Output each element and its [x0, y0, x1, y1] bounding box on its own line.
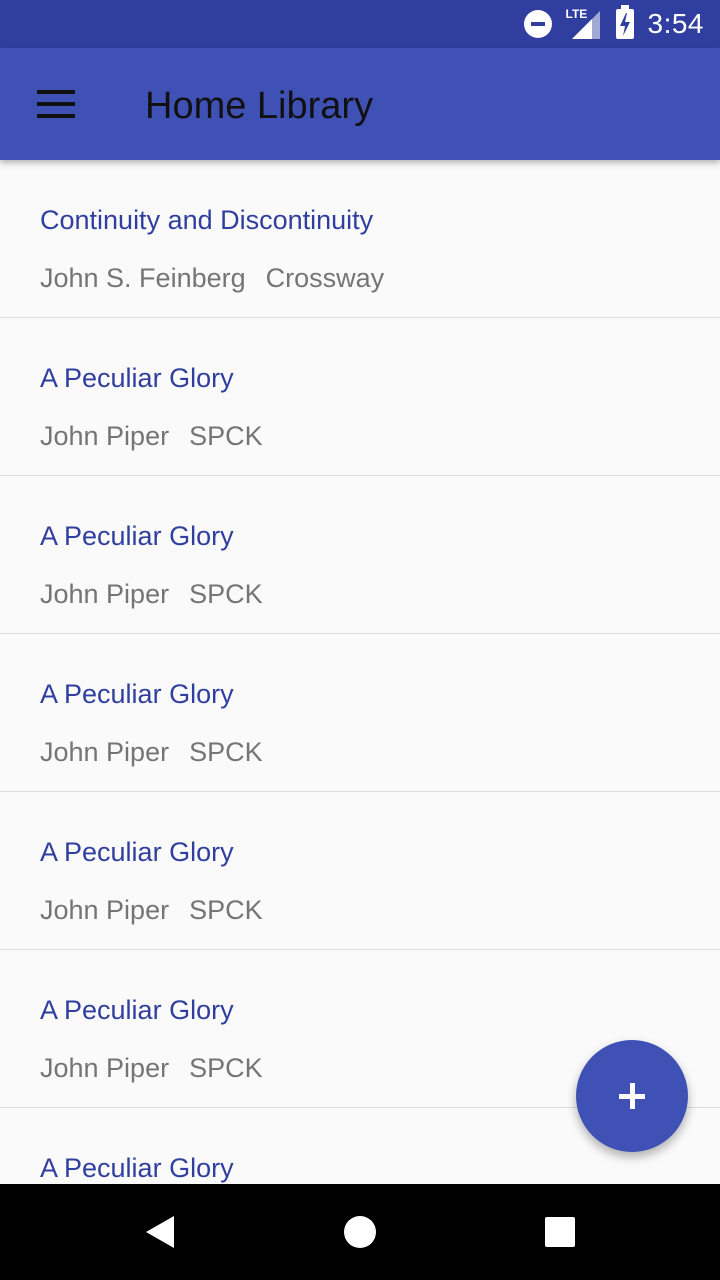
book-meta: John Piper SPCK: [40, 894, 263, 926]
menu-icon-line: [37, 90, 75, 94]
book-title: A Peculiar Glory: [40, 679, 234, 709]
book-list-item[interactable]: A Peculiar Glory John Piper SPCK: [0, 476, 720, 634]
book-publisher: Crossway: [265, 263, 385, 293]
book-list-item[interactable]: A Peculiar Glory John Piper SPCK: [0, 318, 720, 476]
add-book-button[interactable]: [576, 1040, 688, 1152]
recents-icon[interactable]: [536, 1208, 584, 1256]
book-title: A Peculiar Glory: [40, 363, 234, 393]
status-bar: LTE 3:54: [0, 0, 720, 48]
do-not-disturb-icon: [523, 10, 552, 38]
battery-charging-icon: [615, 5, 634, 39]
book-list-item[interactable]: A Peculiar Glory John Piper SPCK: [0, 792, 720, 950]
app-bar: Home Library: [0, 48, 720, 160]
status-time: 3:54: [647, 8, 704, 39]
app-title: Home Library: [145, 85, 374, 127]
book-publisher: SPCK: [189, 737, 263, 767]
book-meta: John Piper SPCK: [40, 420, 263, 452]
status-icons: LTE 3:54: [523, 0, 705, 48]
book-author: John Piper: [40, 421, 170, 451]
book-publisher: SPCK: [189, 579, 263, 609]
book-list-item[interactable]: Continuity and Discontinuity John S. Fei…: [0, 160, 720, 318]
book-publisher: SPCK: [189, 1053, 263, 1083]
book-list-item[interactable]: A Peculiar Glory John Piper SPCK: [0, 634, 720, 792]
book-author: John Piper: [40, 895, 170, 925]
home-icon[interactable]: [336, 1208, 384, 1256]
book-meta: John Piper SPCK: [40, 1052, 263, 1084]
book-meta: John S. Feinberg Crossway: [40, 262, 384, 294]
book-title: A Peculiar Glory: [40, 521, 234, 551]
book-author: John S. Feinberg: [40, 263, 246, 293]
lte-signal-icon: LTE: [566, 7, 602, 39]
book-meta: John Piper SPCK: [40, 578, 263, 610]
book-publisher: SPCK: [189, 895, 263, 925]
book-author: John Piper: [40, 579, 170, 609]
book-title: A Peculiar Glory: [40, 1153, 234, 1183]
book-author: John Piper: [40, 1053, 170, 1083]
menu-icon-line: [37, 102, 75, 106]
back-icon[interactable]: [136, 1208, 184, 1256]
book-author: John Piper: [40, 737, 170, 767]
book-title: A Peculiar Glory: [40, 995, 234, 1025]
book-title: Continuity and Discontinuity: [40, 205, 374, 235]
menu-icon[interactable]: [22, 76, 78, 132]
menu-icon-line: [37, 114, 75, 118]
book-list[interactable]: Continuity and Discontinuity John S. Fei…: [0, 160, 720, 1184]
book-meta: John Piper SPCK: [40, 736, 263, 768]
screen: LTE 3:54 Home Library Continuity and Dis…: [0, 0, 720, 1280]
signal-bars: [571, 11, 600, 39]
book-title: A Peculiar Glory: [40, 837, 234, 867]
navigation-bar: [0, 1184, 720, 1280]
book-publisher: SPCK: [189, 421, 263, 451]
